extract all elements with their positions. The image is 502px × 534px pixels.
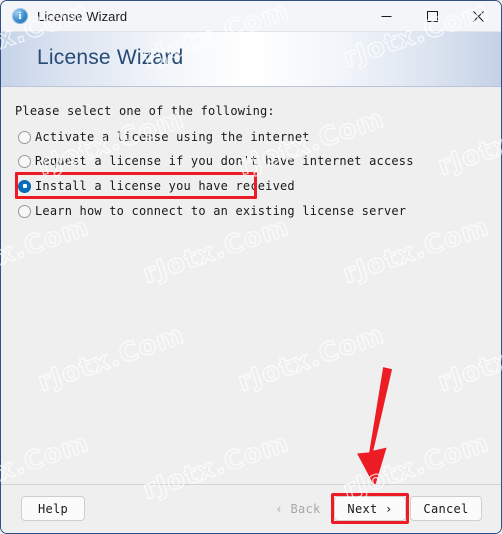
next-button[interactable]: Next ›	[334, 496, 406, 521]
radio-button-icon[interactable]	[18, 130, 31, 144]
radio-option-label: Install a license you have received	[35, 179, 295, 193]
close-icon[interactable]	[455, 1, 501, 32]
annotation-down-arrow-icon	[357, 367, 393, 484]
info-circle-icon	[12, 8, 28, 24]
minimize-icon[interactable]	[363, 1, 409, 32]
wizard-header-banner: License Wizard	[1, 32, 501, 87]
back-button: ‹ Back	[262, 496, 334, 521]
radio-button-icon[interactable]	[18, 204, 31, 218]
wizard-button-bar: Help ‹ Back Next › Cancel	[1, 484, 501, 533]
screenshot-root: License Wizard License Wizard Please sel…	[0, 0, 502, 534]
radio-option-label: Request a license if you don't have inte…	[35, 154, 414, 168]
radio-option-activate-online[interactable]: Activate a license using the internet	[18, 127, 310, 147]
license-wizard-window: License Wizard License Wizard Please sel…	[0, 0, 502, 534]
page-title: License Wizard	[37, 46, 184, 69]
cancel-button[interactable]: Cancel	[410, 496, 482, 521]
window-titlebar: License Wizard	[1, 1, 501, 32]
window-title: License Wizard	[37, 8, 128, 24]
window-controls	[363, 1, 501, 32]
radio-button-icon[interactable]	[18, 154, 31, 168]
help-button[interactable]: Help	[21, 496, 85, 521]
instruction-text: Please select one of the following:	[15, 104, 275, 118]
radio-option-request-offline[interactable]: Request a license if you don't have inte…	[18, 151, 414, 171]
radio-option-label: Activate a license using the internet	[35, 130, 310, 144]
wizard-content-area: Please select one of the following: Acti…	[1, 87, 501, 484]
radio-button-icon-selected[interactable]	[18, 179, 31, 193]
maximize-icon[interactable]	[409, 1, 455, 32]
radio-option-label: Learn how to connect to an existing lice…	[35, 204, 407, 218]
radio-option-install-license[interactable]: Install a license you have received	[18, 176, 295, 196]
radio-option-learn-license-server[interactable]: Learn how to connect to an existing lice…	[18, 201, 406, 221]
